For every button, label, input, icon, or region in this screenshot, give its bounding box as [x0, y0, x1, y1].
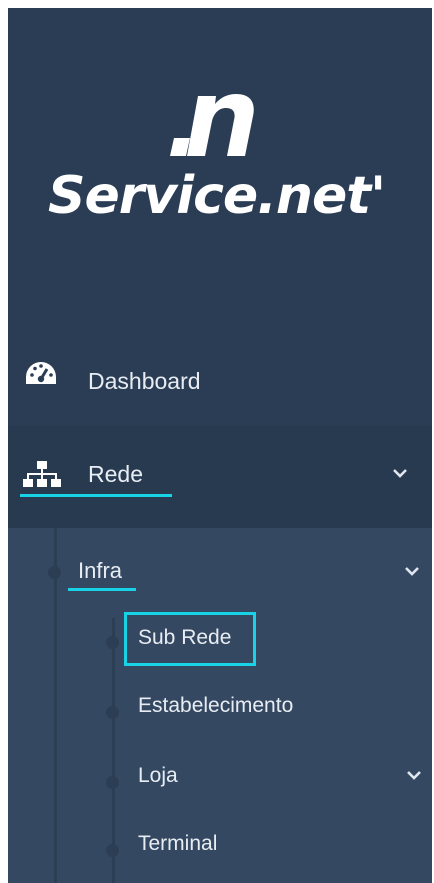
logo-mark-icon [170, 94, 254, 156]
submenu-rede: Infra Sub Rede Estabelecimento Loja Term… [8, 528, 432, 883]
tree-line [54, 528, 57, 883]
submenu-item-label: Estabelecimento [138, 694, 294, 717]
submenu-item-label: Sub Rede [138, 626, 232, 649]
submenu-item-label: Loja [138, 764, 178, 787]
chevron-down-icon[interactable] [392, 466, 408, 484]
active-underline [20, 494, 172, 497]
submenu-item-sub-rede[interactable]: Sub Rede [124, 612, 424, 668]
sitemap-icon [22, 460, 62, 494]
brand-name: Service.net' [48, 166, 386, 226]
submenu-item-estabelecimento[interactable]: Estabelecimento [124, 680, 424, 736]
submenu-item-label: Infra [78, 558, 123, 583]
tree-node [106, 636, 119, 649]
sidebar-item-label: Rede [88, 461, 143, 487]
sidebar-item-dashboard[interactable]: Dashboard [8, 344, 432, 424]
active-underline [68, 588, 136, 591]
chevron-down-icon[interactable] [404, 564, 420, 582]
submenu-item-label: Terminal [138, 832, 218, 855]
brand-logo[interactable]: Service.net' [8, 8, 432, 308]
tree-node [106, 776, 119, 789]
sidebar-item-label: Dashboard [88, 368, 201, 394]
gauge-icon [24, 360, 58, 394]
submenu-item-loja[interactable]: Loja [124, 750, 424, 806]
tree-node [48, 566, 61, 579]
sidebar-item-rede[interactable]: Rede [8, 426, 432, 528]
chevron-down-icon[interactable] [406, 768, 422, 786]
tree-node [106, 844, 119, 857]
sidebar: Service.net' Dashboard Rede Infra Sub Re… [8, 8, 432, 883]
submenu-item-terminal[interactable]: Terminal [124, 818, 424, 874]
submenu-item-infra[interactable]: Infra [68, 552, 419, 602]
tree-node [106, 706, 119, 719]
